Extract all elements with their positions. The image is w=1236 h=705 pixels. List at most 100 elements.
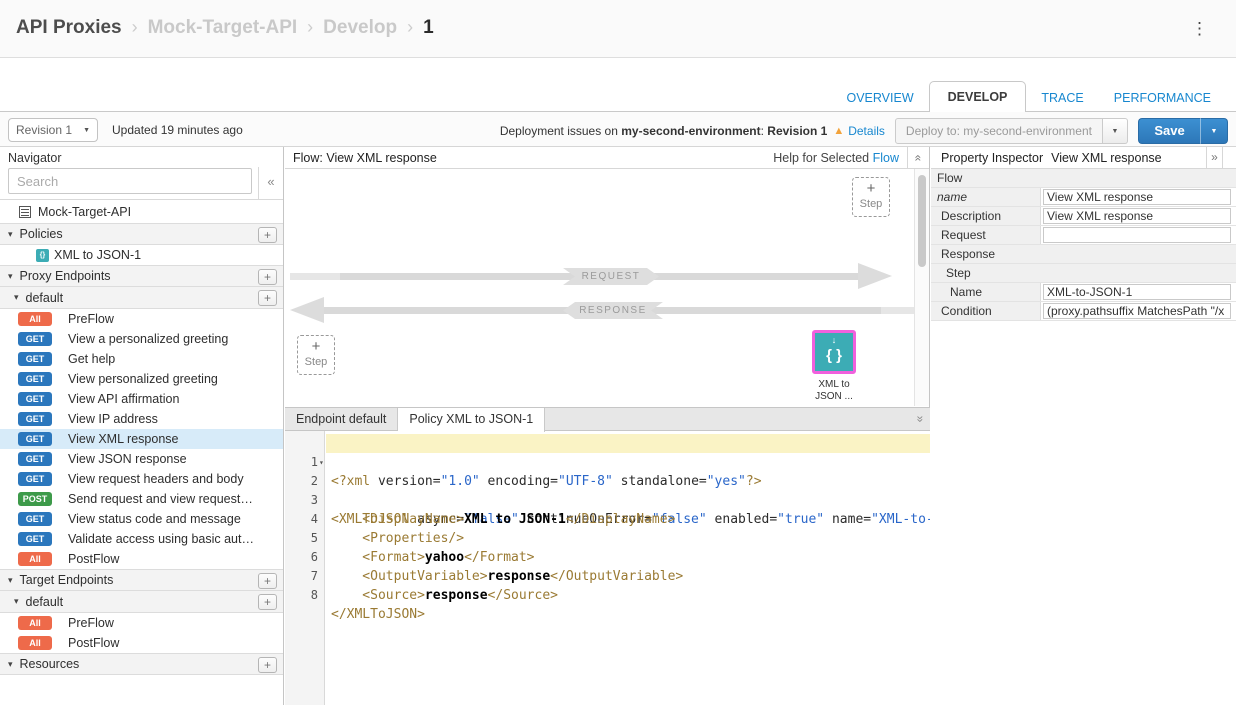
search-input[interactable] (8, 168, 252, 194)
tree-item-flow[interactable]: All PreFlow (0, 613, 283, 633)
tree-item-label: PreFlow (68, 312, 114, 326)
tree-section-policies[interactable]: ▾ Policies + (0, 223, 283, 245)
tree-item-flow[interactable]: All PostFlow (0, 633, 283, 653)
flow-description-input[interactable]: View XML response (1043, 208, 1231, 224)
inspector-label: Name (931, 283, 1041, 301)
tree-item-policy[interactable]: {} XML to JSON-1 (0, 245, 283, 265)
braces-icon: { } (815, 346, 853, 366)
tree-item-label: Get help (68, 352, 115, 366)
tree-item-label: View personalized greeting (68, 372, 218, 386)
tree-item-flow[interactable]: GET View personalized greeting (0, 369, 283, 389)
tree-item-flow[interactable]: GET View IP address (0, 409, 283, 429)
editor-tab-endpoint-default[interactable]: Endpoint default (285, 408, 398, 430)
breadcrumb-api-proxies[interactable]: API Proxies (16, 17, 122, 38)
collapse-flow-panel-button[interactable]: « (907, 147, 929, 169)
tab-performance[interactable]: PERFORMANCE (1099, 83, 1226, 112)
tab-trace[interactable]: TRACE (1026, 83, 1098, 112)
tab-develop[interactable]: DEVELOP (929, 81, 1027, 112)
inspector-section-step: Step (931, 264, 1236, 283)
add-step-button-response[interactable]: + Step (852, 177, 890, 217)
tree-item-flow[interactable]: POST Send request and view request… (0, 489, 283, 509)
collapse-panel-icon[interactable]: « (258, 167, 283, 200)
add-target-endpoint-button[interactable]: + (258, 573, 277, 589)
tree-item-flow[interactable]: GET Get help (0, 349, 283, 369)
caret-down-icon[interactable]: ▾ (8, 229, 13, 240)
tree-item-flow-selected[interactable]: GET View XML response (0, 429, 283, 449)
inspector-section-flow: Flow (931, 169, 1236, 188)
tree-section-target-endpoints[interactable]: ▾ Target Endpoints + (0, 569, 283, 591)
tree-item-flow[interactable]: GET View API affirmation (0, 389, 283, 409)
expand-panel-icon[interactable]: » (1206, 147, 1223, 169)
add-policy-button[interactable]: + (258, 227, 277, 243)
tree-item-flow[interactable]: GET View status code and message (0, 509, 283, 529)
tree-subsection-default[interactable]: ▾ default + (0, 591, 283, 613)
breadcrumb: API Proxies›Mock-Target-API›Develop›1 (16, 17, 434, 39)
tree-item-flow[interactable]: GET View a personalized greeting (0, 329, 283, 349)
inspector-label: Description (931, 207, 1041, 225)
add-proxy-endpoint-button[interactable]: + (258, 269, 277, 285)
caret-down-icon[interactable]: ▾ (14, 292, 19, 303)
revision-select[interactable]: Revision 1 ▼ (8, 118, 98, 142)
caret-down-icon[interactable]: ▾ (8, 271, 13, 282)
caret-down-icon[interactable]: ▾ (8, 659, 13, 670)
details-link[interactable]: Details (848, 124, 885, 138)
page-header: API Proxies›Mock-Target-API›Develop›1 ⋮ (0, 0, 1236, 58)
inspector-row-request: Request (931, 226, 1236, 245)
tab-overview[interactable]: OVERVIEW (831, 83, 928, 112)
flow-scrollbar-thumb[interactable] (918, 175, 926, 267)
tree-item-flow[interactable]: GET Validate access using basic aut… (0, 529, 283, 549)
tree-item-flow[interactable]: All PostFlow (0, 549, 283, 569)
breadcrumb-proxy-name[interactable]: Mock-Target-API (148, 17, 298, 38)
arrow-left-icon (290, 297, 324, 323)
deploy-select[interactable]: Deploy to: my-second-environment ▼ (895, 118, 1128, 144)
tree-item-label: View a personalized greeting (68, 332, 228, 346)
tree-item-label: Validate access using basic aut… (68, 532, 254, 546)
method-badge: GET (18, 352, 52, 366)
add-resource-button[interactable]: + (258, 657, 277, 673)
tree-section-proxy-endpoints[interactable]: ▾ Proxy Endpoints + (0, 265, 283, 287)
tree-section-label: Proxy Endpoints (20, 269, 111, 283)
plus-icon: + (853, 180, 889, 198)
flow-request-input[interactable] (1043, 227, 1231, 243)
tree-item-proxy-root[interactable]: Mock-Target-API (0, 200, 283, 223)
method-badge: GET (18, 452, 52, 466)
breadcrumb-develop[interactable]: Develop (323, 17, 397, 38)
add-flow-button[interactable]: + (258, 290, 277, 306)
tree-item-flow[interactable]: All PreFlow (0, 309, 283, 329)
step-condition-input[interactable]: (proxy.pathsuffix MatchesPath "/x (1043, 303, 1231, 319)
deployment-revision: Revision 1 (767, 124, 827, 138)
code-line: 8 </XMLToJSON> (285, 567, 930, 586)
caret-down-icon[interactable]: ▾ (14, 596, 19, 607)
tree-item-flow[interactable]: GET View request headers and body (0, 469, 283, 489)
code-line: 7 <Source>response</Source> (285, 548, 930, 567)
save-dropdown-arrow[interactable]: ▼ (1200, 118, 1228, 144)
add-flow-button[interactable]: + (258, 594, 277, 610)
policy-node-caption: XML to JSON ... (790, 379, 878, 403)
inspector-row-name: name View XML response (931, 188, 1236, 207)
tree-item-label: View IP address (68, 412, 158, 426)
tree-subsection-default[interactable]: ▾ default + (0, 287, 283, 309)
updated-timestamp: Updated 19 minutes ago (112, 123, 243, 137)
chevrons-down-icon[interactable]: » (910, 416, 932, 423)
breadcrumb-separator: › (122, 17, 148, 37)
tree-item-flow[interactable]: GET View JSON response (0, 449, 283, 469)
xml-to-json-policy-node[interactable]: ↓ { } (812, 330, 856, 374)
inspector-label: Condition (931, 302, 1041, 320)
add-step-button-request[interactable]: + Step (297, 335, 335, 375)
help-flow-link[interactable]: Flow (873, 151, 899, 165)
tree-item-label: View JSON response (68, 452, 187, 466)
navigator-title: Navigator (8, 151, 62, 165)
save-button[interactable]: Save (1138, 118, 1200, 144)
flow-name-input[interactable]: View XML response (1043, 189, 1231, 205)
method-badge: GET (18, 472, 52, 486)
editor-tab-policy-xml-to-json[interactable]: Policy XML to JSON-1 (398, 408, 545, 432)
kebab-menu-icon[interactable]: ⋮ (1191, 18, 1208, 40)
caret-down-icon[interactable]: ▾ (8, 575, 13, 586)
fold-caret-icon[interactable]: ▾ (319, 453, 324, 472)
code-line: 5 <Format>yahoo</Format> (285, 510, 930, 529)
code-area[interactable]: 1 <?xml version="1.0" encoding="UTF-8" s… (285, 431, 930, 705)
deploy-select-arrow[interactable]: ▼ (1103, 118, 1128, 144)
tree-section-resources[interactable]: ▾ Resources + (0, 653, 283, 675)
step-name-input[interactable]: XML-to-JSON-1 (1043, 284, 1231, 300)
code-line: 4 <Properties/> (285, 491, 930, 510)
